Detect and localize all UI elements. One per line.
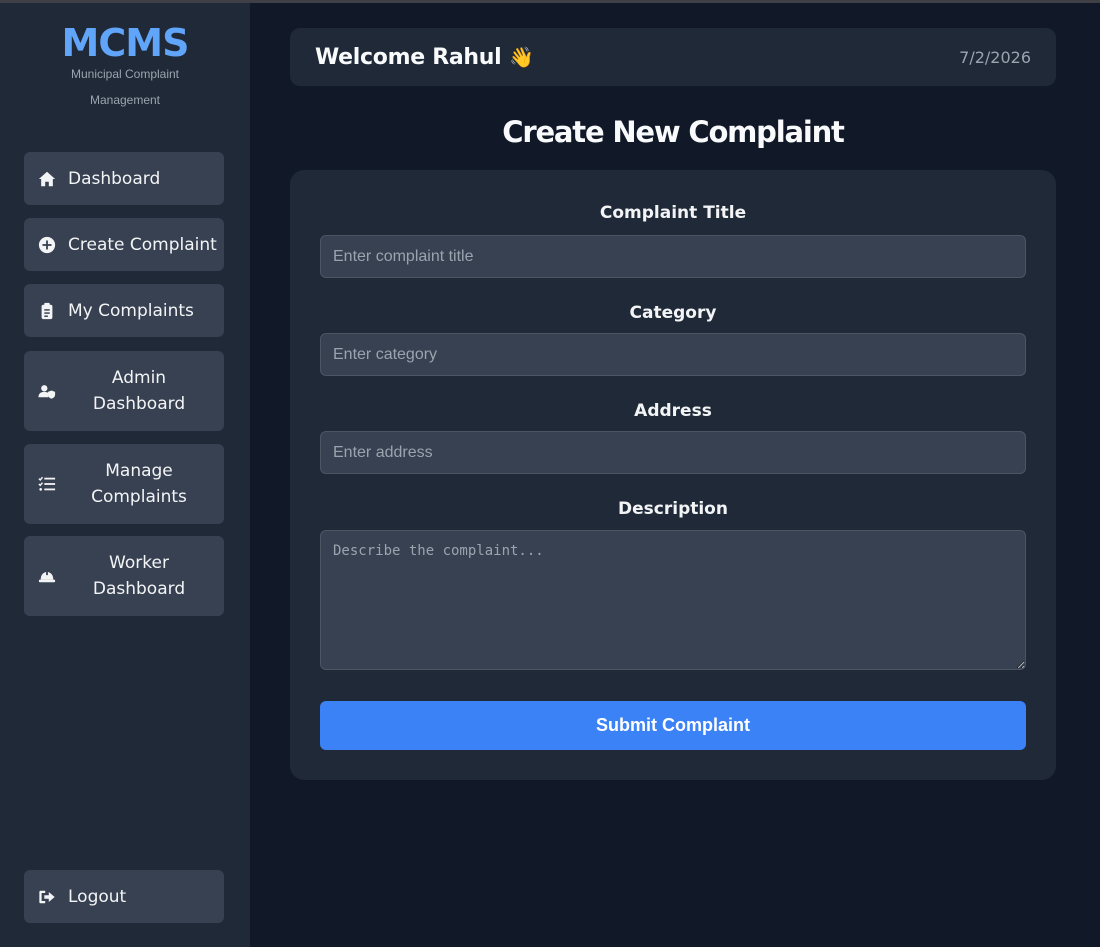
sidebar-item-label: My Complaints (68, 300, 194, 321)
sidebar-item-label: Create Complaint (68, 234, 217, 255)
brand-logo: MCMS (61, 21, 190, 65)
complaint-title-label: Complaint Title (599, 203, 747, 223)
page-title: Create New Complaint (502, 115, 845, 149)
brand-subtitle: Municipal Complaint Management (70, 67, 180, 107)
description-textarea[interactable] (320, 530, 1026, 670)
sidebar-item-label: Dashboard (68, 168, 161, 189)
complaint-form-card: Complaint Title Category Address Descrip… (290, 170, 1056, 780)
complaint-title-input[interactable] (320, 235, 1026, 278)
submit-complaint-button[interactable]: Submit Complaint (320, 701, 1026, 750)
brand: MCMS Municipal Complaint Management (0, 21, 250, 113)
welcome-message: Welcome Rahul 👋 (315, 45, 534, 70)
main-content: Welcome Rahul 👋 7/2/2026 Create New Compl… (250, 3, 1100, 947)
address-label: Address (634, 401, 712, 421)
category-label: Category (629, 303, 717, 323)
clipboard-list-icon (37, 301, 57, 321)
plus-circle-icon (37, 235, 57, 255)
logout-button[interactable]: Logout (24, 870, 224, 923)
waving-hand-emoji: 👋 (509, 46, 535, 69)
sidebar-item-create-complaint[interactable]: Create Complaint (24, 218, 224, 271)
sidebar-item-label: Manage Complaints (91, 461, 187, 507)
sidebar: MCMS Municipal Complaint Management Dash… (0, 3, 250, 947)
sidebar-item-manage-complaints[interactable]: Manage Complaints (24, 444, 224, 524)
list-check-icon (37, 474, 57, 494)
home-icon (37, 169, 57, 189)
description-label: Description (618, 499, 728, 519)
category-input[interactable] (320, 333, 1026, 376)
sidebar-item-dashboard[interactable]: Dashboard (24, 152, 224, 205)
sidebar-item-worker-dashboard[interactable]: Worker Dashboard (24, 536, 224, 616)
app: MCMS Municipal Complaint Management Dash… (0, 0, 1100, 947)
hard-hat-icon (37, 566, 57, 586)
address-input[interactable] (320, 431, 1026, 474)
welcome-text: Welcome Rahul (315, 44, 502, 70)
sign-out-icon (37, 887, 57, 907)
current-date: 7/2/2026 (959, 47, 1031, 67)
sidebar-item-admin-dashboard[interactable]: Admin Dashboard (24, 351, 224, 431)
user-shield-icon (37, 381, 57, 401)
sidebar-item-label: Worker Dashboard (92, 553, 186, 599)
header-bar: Welcome Rahul 👋 7/2/2026 (290, 28, 1056, 86)
logout-label: Logout (68, 886, 127, 907)
sidebar-item-label: Admin Dashboard (92, 368, 186, 414)
sidebar-item-my-complaints[interactable]: My Complaints (24, 284, 224, 337)
